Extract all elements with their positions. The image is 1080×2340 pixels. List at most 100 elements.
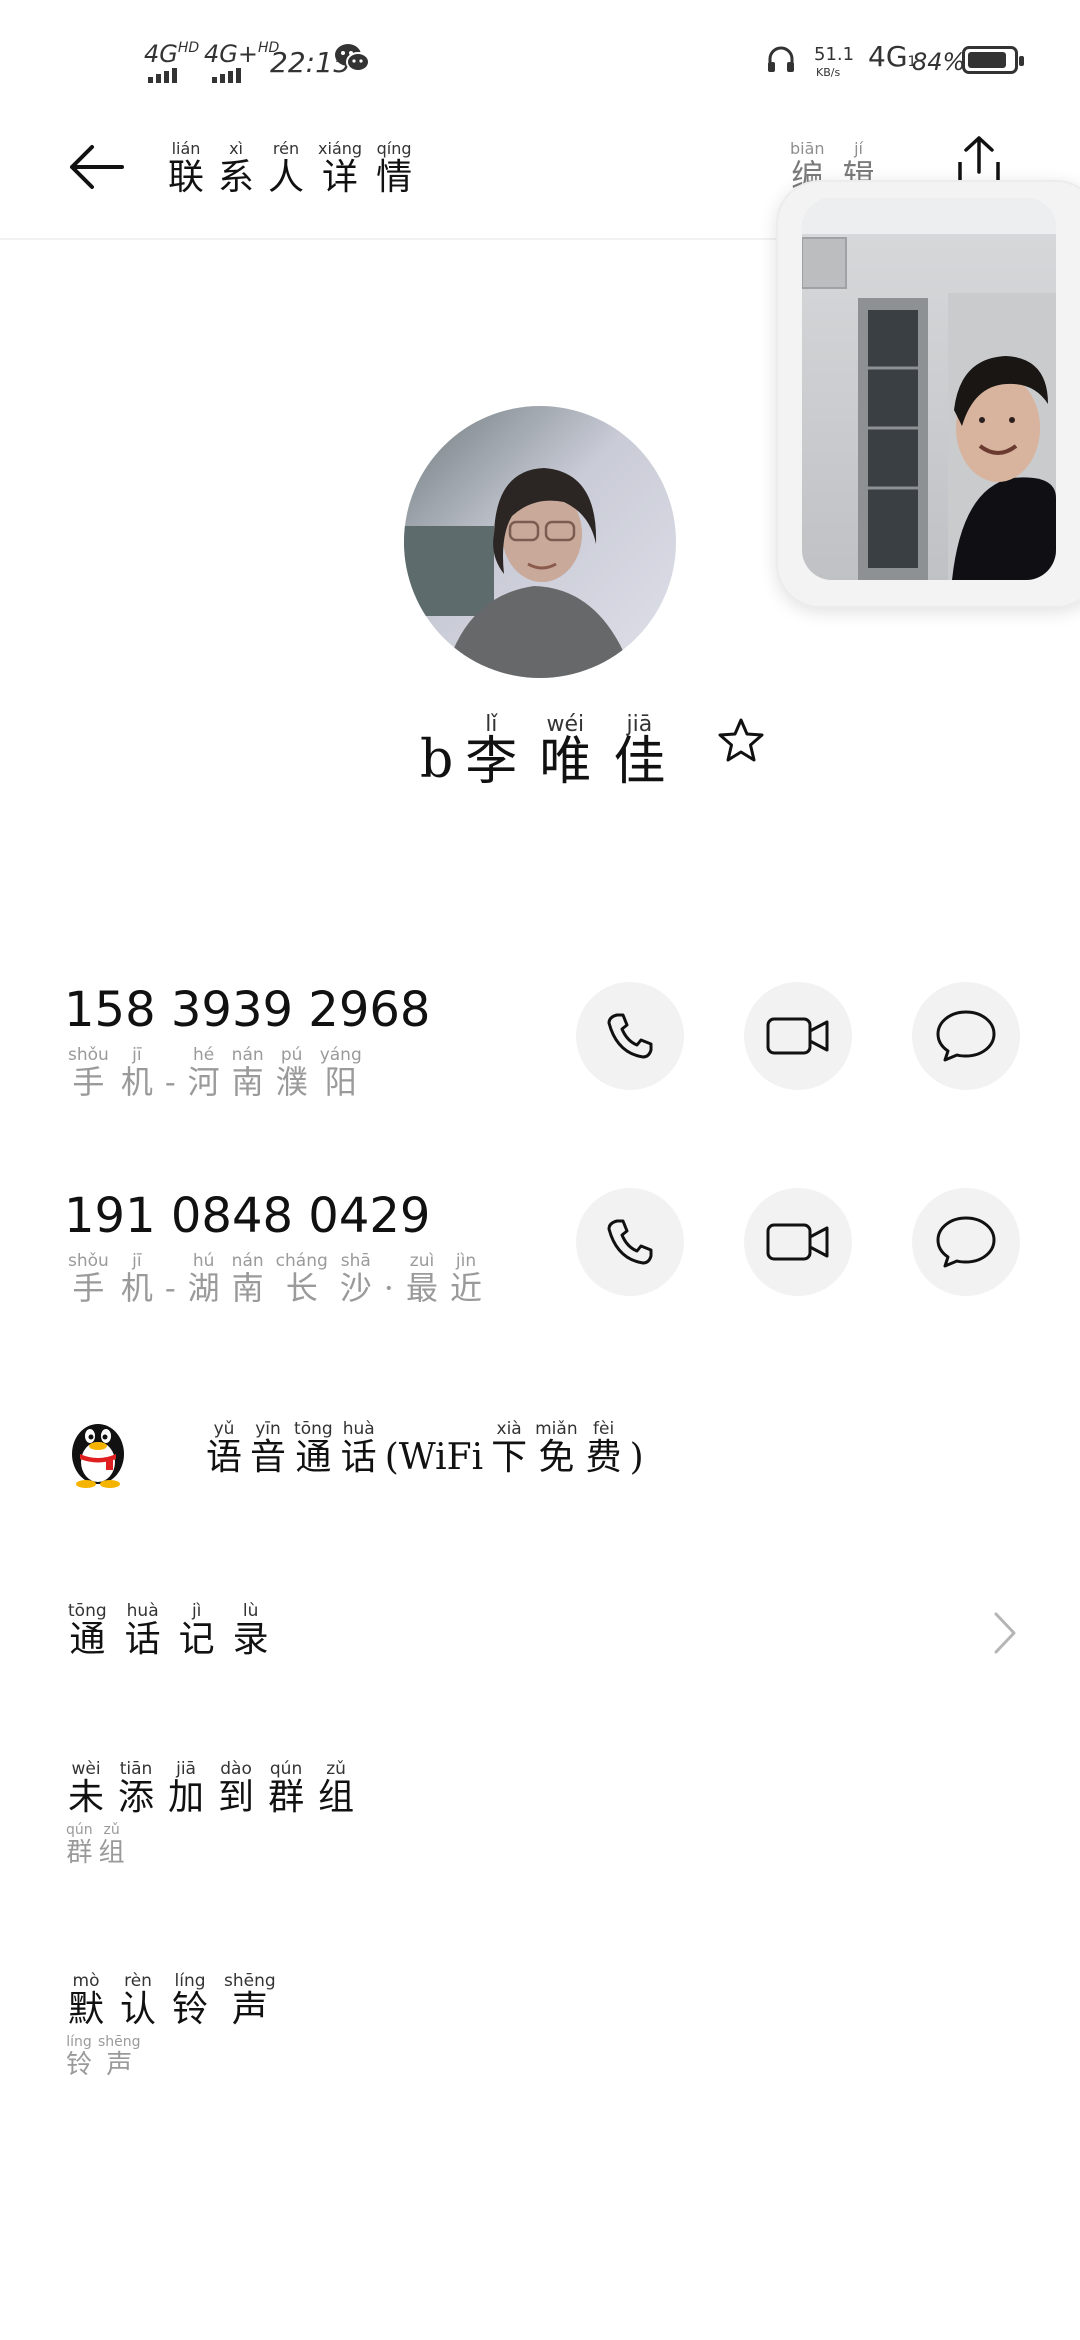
- video-call-button-2[interactable]: [744, 1188, 852, 1296]
- ruby-char: tiān 添: [118, 1760, 154, 1818]
- hanzi-text: 默: [68, 1989, 105, 2030]
- pinyin-text: nán: [231, 1251, 264, 1271]
- phone-number-2[interactable]: 191 0848 0429: [64, 1188, 430, 1244]
- hanzi-text: ): [629, 1437, 644, 1478]
- hanzi-text: 加: [168, 1777, 205, 1818]
- hanzi-text: 手: [72, 1269, 105, 1307]
- pinyin-text: yáng: [319, 1045, 362, 1065]
- chevron-right-icon: [990, 1608, 1020, 1658]
- pinyin-text: jí: [854, 139, 863, 158]
- message-button-1[interactable]: [912, 982, 1020, 1090]
- pinyin-text: zuì: [409, 1251, 435, 1271]
- ruby-char: yáng 阳: [320, 1046, 362, 1100]
- ruby-char: nán 南: [232, 1252, 264, 1306]
- phone-number-1[interactable]: 158 3939 2968: [64, 982, 430, 1038]
- ruby-char: -: [165, 1046, 176, 1100]
- pinyin-text: qíng: [376, 139, 412, 158]
- ruby-char: -: [165, 1252, 176, 1306]
- pinyin-text: mò: [72, 1971, 100, 1991]
- ruby-char: lián 联: [168, 140, 204, 198]
- hanzi-text: 话: [340, 1437, 377, 1478]
- message-button-2[interactable]: [912, 1188, 1020, 1296]
- ruby-char: shēng 声: [224, 1972, 276, 2030]
- hanzi-text: 群: [268, 1777, 305, 1818]
- network-indicator-1: 4GHD: [144, 40, 200, 83]
- ruby-char: hé 河: [188, 1046, 220, 1100]
- ruby-char: nán 南: [232, 1046, 264, 1100]
- wechat-icon: [334, 42, 370, 74]
- pinyin-text: xiáng: [318, 139, 363, 158]
- call-button-2[interactable]: [576, 1188, 684, 1296]
- pinyin-text: qún: [66, 1822, 93, 1838]
- call-button-1[interactable]: [576, 982, 684, 1090]
- pinyin-text: tōng: [68, 1601, 107, 1621]
- ruby-char: jì 记: [179, 1602, 215, 1660]
- ruby-char: jiā 加: [168, 1760, 204, 1818]
- ruby-char: hú 湖: [188, 1252, 220, 1306]
- hanzi-text: 唯: [539, 732, 592, 792]
- ringtone-subtitle: líng 铃 shēng 声: [66, 2034, 147, 2080]
- signal-bars-icon: [212, 68, 241, 83]
- ruby-char: pú 濮: [276, 1046, 308, 1100]
- ruby-char: jiā 佳: [613, 714, 666, 792]
- hanzi-text: 声: [106, 2050, 133, 2080]
- ruby-char: xì 系: [218, 140, 254, 198]
- battery-percent: 84%: [912, 48, 966, 76]
- call-log-row[interactable]: tōng 通 huà 话 jì 记 lù 录: [0, 1586, 1080, 1682]
- phone-label-2: shǒu 手 jī 机 - hú 湖 nán 南 cháng 长 shā 沙 · zuì 最 jìn 近: [68, 1252, 494, 1306]
- network-type-1: 4G: [144, 40, 178, 68]
- ruby-char: wéi 唯: [539, 714, 592, 792]
- video-call-button-1[interactable]: [744, 982, 852, 1090]
- hanzi-text: 录: [232, 1619, 269, 1660]
- hanzi-text: 费: [585, 1437, 622, 1478]
- qq-penguin-icon: [66, 1414, 130, 1488]
- pinyin-text: fèi: [593, 1419, 615, 1439]
- group-title: wèi 未 tiān 添 jiā 加 dào 到 qún 群 zǔ 组: [68, 1760, 368, 1818]
- hanzi-text: 语: [206, 1437, 243, 1478]
- contact-avatar[interactable]: [404, 406, 676, 678]
- back-arrow-icon[interactable]: [66, 142, 126, 192]
- pinyin-text: rèn: [124, 1971, 152, 1991]
- ruby-char: qún 群: [268, 1760, 304, 1818]
- network-type-1-sup: HD: [177, 40, 200, 56]
- hanzi-text: 情: [376, 157, 413, 198]
- ruby-char: líng 铃: [66, 2034, 92, 2080]
- hanzi-text: 佳: [613, 732, 666, 792]
- ringtone-row[interactable]: mò 默 rèn 认 líng 铃 shēng 声 líng 铃 shēng 声: [0, 1958, 1080, 2088]
- pinyin-text: [386, 1252, 391, 1270]
- floating-video-window[interactable]: [776, 180, 1080, 608]
- hanzi-text: 手: [72, 1063, 105, 1101]
- hanzi-text: 音: [250, 1437, 287, 1478]
- ruby-char: lǐ 李: [465, 714, 517, 791]
- ruby-char: qíng 情: [376, 140, 412, 198]
- hanzi-text: 添: [118, 1777, 155, 1818]
- pinyin-text: tiān: [119, 1759, 153, 1779]
- hanzi-text: ·: [383, 1269, 394, 1307]
- video-preview[interactable]: [802, 198, 1056, 580]
- qq-voice-call-row[interactable]: yǔ 语 yīn 音 tōng 通 huà 话 (WiFi xià 下 miǎn 免 fèi 费 ): [0, 1400, 1080, 1510]
- contact-name-latin: b: [420, 730, 454, 790]
- pinyin-text: jiā: [176, 1759, 196, 1779]
- hanzi-text: -: [164, 1063, 176, 1101]
- hanzi-text: 免: [538, 1437, 575, 1478]
- pinyin-text: zǔ: [326, 1759, 346, 1779]
- ruby-char: rén 人: [268, 140, 304, 198]
- hanzi-text: 铃: [172, 1989, 209, 2030]
- ruby-char: zǔ 组: [318, 1760, 354, 1818]
- hanzi-text: 湖: [187, 1269, 220, 1307]
- group-subtitle: qún 群 zǔ 组: [66, 1822, 131, 1868]
- ruby-char: jī 机: [121, 1252, 153, 1306]
- net-speed: 51.1: [814, 44, 855, 65]
- pinyin-text: líng: [174, 1971, 206, 1991]
- group-row[interactable]: wèi 未 tiān 添 jiā 加 dào 到 qún 群 zǔ 组 qún 群 zǔ 组: [0, 1746, 1080, 1876]
- pinyin-text: shǒu: [68, 1251, 109, 1271]
- star-outline-icon[interactable]: [716, 716, 766, 766]
- ruby-char: shǒu 手: [68, 1046, 109, 1100]
- hanzi-text: 记: [178, 1619, 215, 1660]
- ruby-char: qún 群: [66, 1822, 93, 1868]
- pinyin-text: huà: [342, 1419, 375, 1439]
- pinyin-text: jī: [132, 1045, 142, 1065]
- pinyin-text: jī: [132, 1251, 142, 1271]
- ruby-char: shā 沙: [340, 1252, 372, 1306]
- hanzi-text: 濮: [275, 1063, 308, 1101]
